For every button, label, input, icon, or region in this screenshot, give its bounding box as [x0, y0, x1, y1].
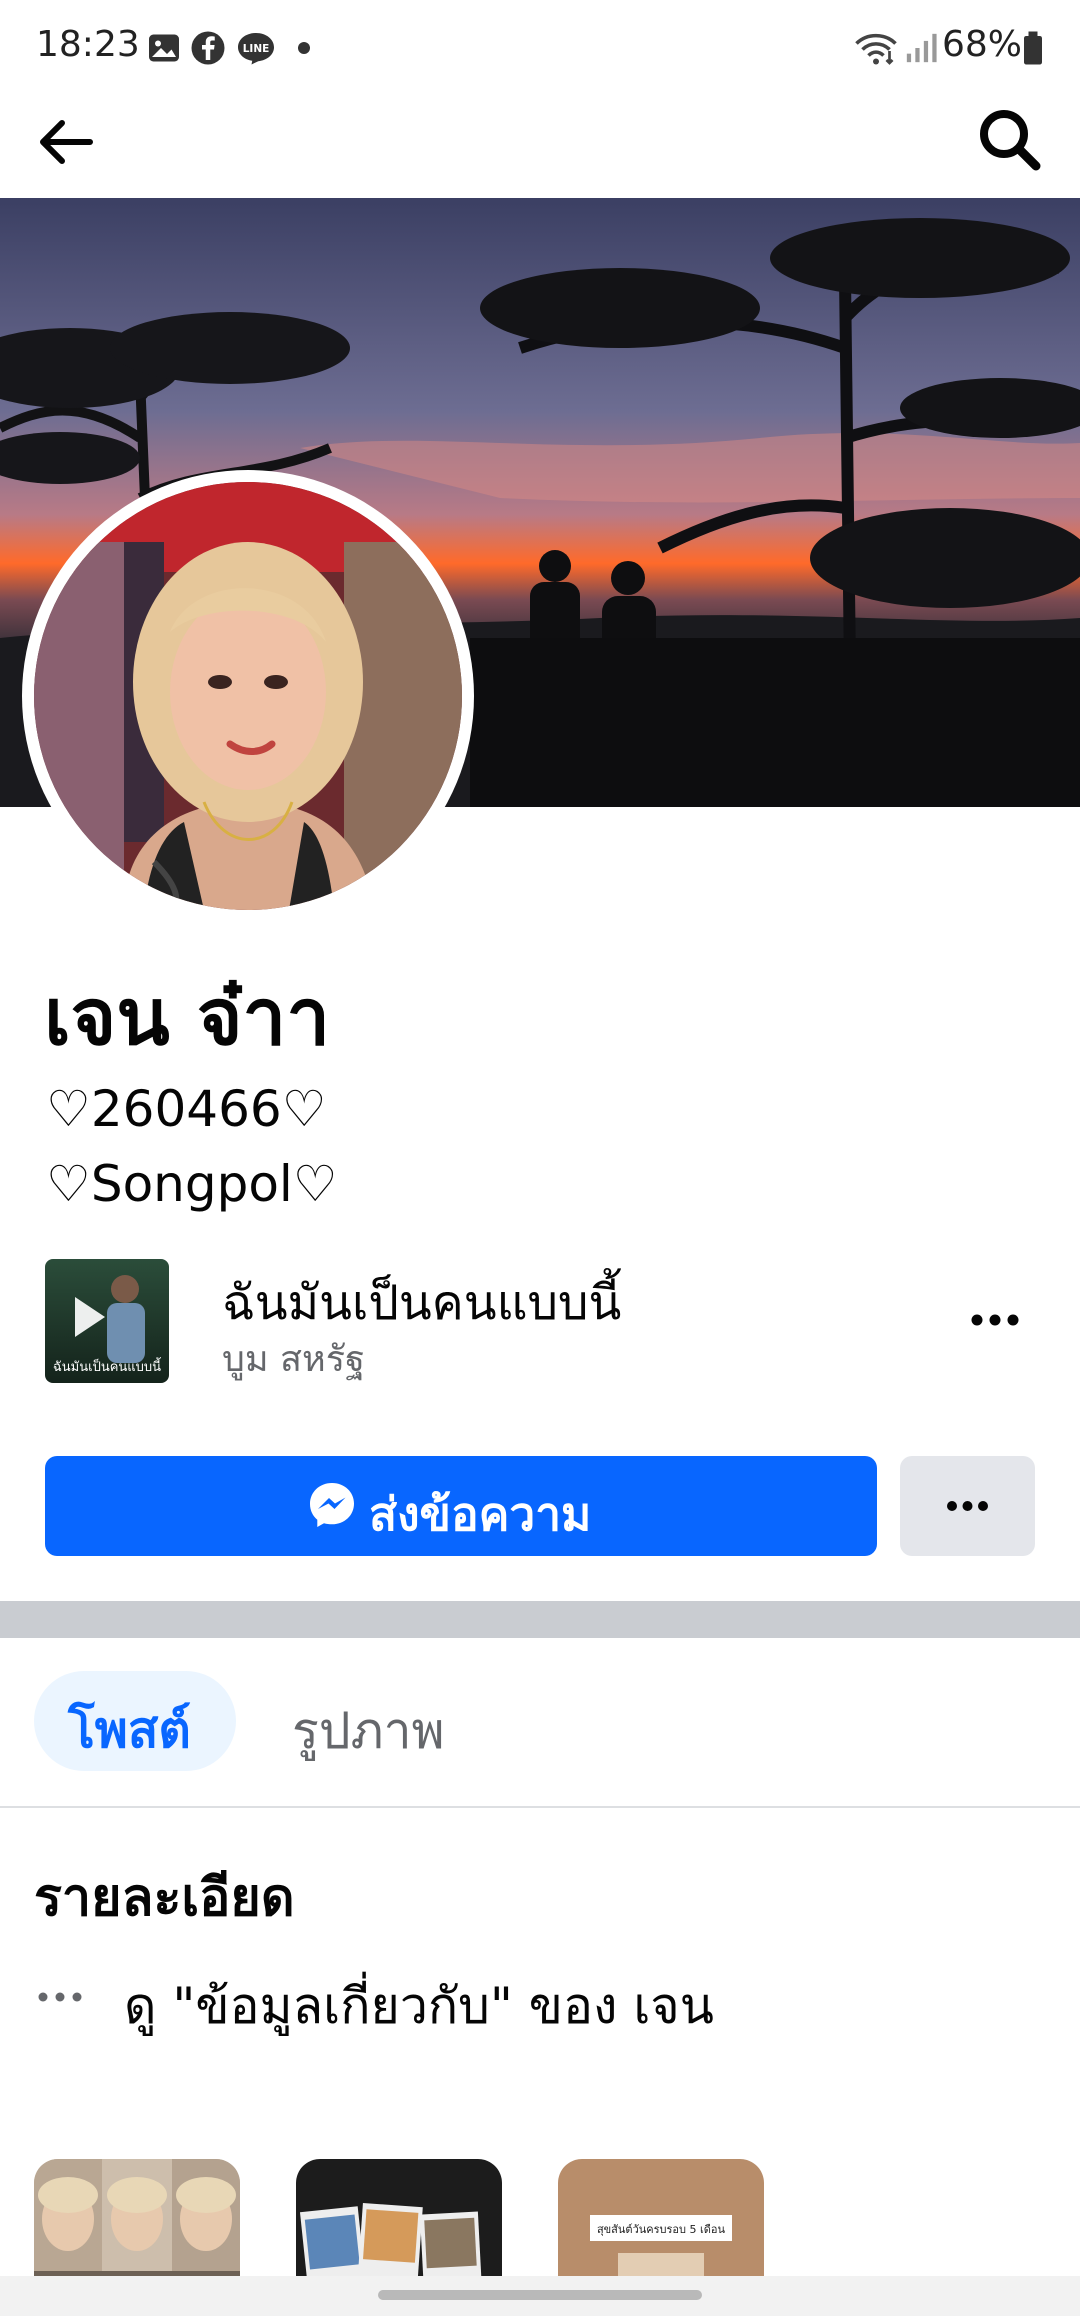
line-icon: LINE — [238, 33, 274, 65]
status-time: 18:23 — [36, 24, 140, 65]
wifi-icon — [855, 33, 897, 65]
svg-text:LINE: LINE — [243, 43, 270, 55]
music-cover-image: ฉันมันเป็นคนแบบนี้ — [45, 1259, 169, 1383]
song-artist: บูม สหรัฐ — [222, 1339, 365, 1380]
music-thumbnail[interactable]: ฉันมันเป็นคนแบบนี้ — [45, 1259, 169, 1383]
gallery-icon — [149, 34, 179, 62]
bio-line-2: ♡Songpol♡ — [46, 1155, 338, 1213]
back-arrow-icon[interactable] — [34, 110, 98, 174]
tab-posts[interactable]: โพสต์ — [34, 1671, 236, 1771]
about-link[interactable]: ดู "ข้อมูลเกี่ยวกับ" ของ เจน — [124, 1967, 714, 2046]
tab-posts-label: โพสต์ — [68, 1701, 191, 1759]
signal-icon — [906, 33, 937, 63]
music-thumb-text: ฉันมันเป็นคนแบบนี้ — [53, 1357, 162, 1375]
battery-icon — [1024, 31, 1042, 65]
featured-caption: สุขสันต์วันครบรอบ 5 เดือน — [597, 2223, 726, 2236]
tabs-divider — [0, 1806, 1080, 1808]
avatar-image — [34, 482, 462, 910]
dot-icon — [298, 42, 310, 54]
battery-percent: 68% — [941, 24, 1022, 65]
facebook-icon — [191, 31, 225, 65]
music-more-options-icon[interactable] — [960, 1290, 1030, 1350]
status-bar: 18:23 LINE 68% — [0, 0, 1080, 95]
about-dots-icon — [38, 1992, 82, 2002]
profile-avatar[interactable] — [34, 482, 462, 910]
tab-photos[interactable]: รูปภาพ — [292, 1692, 445, 1771]
search-icon[interactable] — [974, 104, 1046, 176]
more-dots-icon — [947, 1501, 988, 1511]
more-actions-button[interactable] — [900, 1456, 1035, 1556]
home-gesture-handle[interactable] — [378, 2290, 702, 2300]
profile-name: เจน จ๋าา — [44, 973, 331, 1063]
bio-line-1: ♡260466♡ — [46, 1080, 327, 1138]
send-message-label: ส่งข้อความ — [369, 1487, 592, 1541]
send-message-button[interactable]: ส่งข้อความ — [45, 1456, 877, 1556]
section-divider — [0, 1601, 1080, 1638]
details-heading: รายละเอียด — [34, 1868, 295, 1928]
messenger-icon — [310, 1483, 354, 1527]
